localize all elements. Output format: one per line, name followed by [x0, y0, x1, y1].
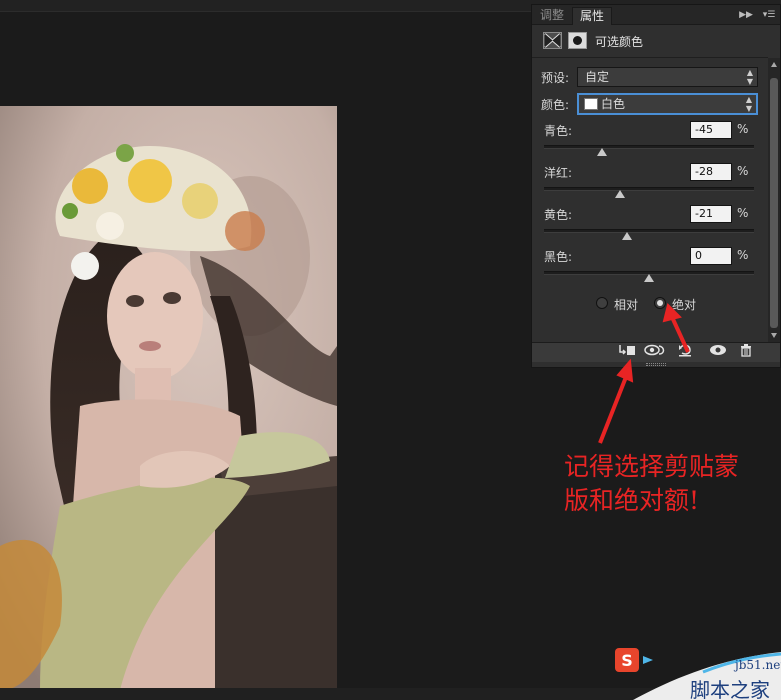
- slider-value-input[interactable]: 0: [690, 247, 732, 265]
- annotation-line-1: 记得选择剪贴蒙: [564, 452, 740, 481]
- percent-unit: %: [737, 164, 749, 178]
- preset-value: 自定: [585, 70, 610, 84]
- color-dropdown[interactable]: 白色 ▲ ▼: [577, 93, 758, 115]
- site-watermark: S jb51.net 脚本之家: [613, 638, 781, 700]
- collapse-panel-icon[interactable]: ▶▶: [739, 7, 753, 23]
- percent-unit: %: [737, 248, 749, 262]
- scroll-up-arrow-icon[interactable]: [771, 62, 777, 67]
- annotation-arrows: [598, 303, 690, 444]
- color-value: 白色: [601, 97, 626, 111]
- panel-header-title: 可选颜色: [595, 35, 644, 49]
- trash-icon[interactable]: [733, 343, 759, 362]
- slider-thumb[interactable]: [614, 190, 625, 198]
- panel-tab-bar: 调整 属性 ▶▶ ▾☰: [532, 5, 780, 25]
- preset-label: 预设:: [541, 71, 570, 85]
- slider-thumb[interactable]: [596, 148, 607, 156]
- slider-label: 黄色:: [544, 208, 573, 222]
- slider-track[interactable]: [544, 229, 754, 233]
- percent-unit: %: [737, 206, 749, 220]
- slider-label: 黑色:: [544, 250, 573, 264]
- panel-scrollbar[interactable]: [768, 58, 780, 342]
- watermark-site: jb51.net: [735, 658, 781, 672]
- percent-unit: %: [737, 122, 749, 136]
- slider-track[interactable]: [544, 145, 754, 149]
- slider-value-input[interactable]: -28: [690, 163, 732, 181]
- tab-properties[interactable]: 属性: [572, 7, 612, 25]
- color-label: 颜色:: [541, 98, 570, 112]
- portrait-illustration: [0, 106, 337, 690]
- dropdown-arrows-icon: ▲ ▼: [745, 95, 752, 113]
- tab-adjustments[interactable]: 调整: [534, 7, 570, 25]
- preset-dropdown[interactable]: 自定 ▲ ▼: [577, 67, 758, 87]
- scroll-thumb[interactable]: [770, 78, 778, 328]
- slider-thumb[interactable]: [621, 232, 632, 240]
- slider-value-input[interactable]: -21: [690, 205, 732, 223]
- slider-value-input[interactable]: -45: [690, 121, 732, 139]
- slider-label: 洋红:: [544, 166, 573, 180]
- watermark-name: 脚本之家: [690, 678, 770, 700]
- svg-text:S: S: [621, 651, 633, 670]
- slider-track[interactable]: [544, 187, 754, 191]
- dropdown-arrows-icon: ▲ ▼: [746, 68, 753, 86]
- scroll-down-arrow-icon[interactable]: [771, 333, 777, 338]
- color-swatch: [584, 98, 598, 110]
- header-divider: [532, 57, 768, 58]
- document-photo: [0, 106, 337, 690]
- annotation-line-2: 版和绝对额!: [564, 486, 700, 515]
- layer-mask-icon[interactable]: [568, 32, 587, 49]
- panel-menu-icon[interactable]: ▾☰: [760, 7, 778, 23]
- slider-label: 青色:: [544, 124, 573, 138]
- slider-thumb[interactable]: [644, 274, 654, 282]
- selective-color-icon[interactable]: [543, 32, 562, 49]
